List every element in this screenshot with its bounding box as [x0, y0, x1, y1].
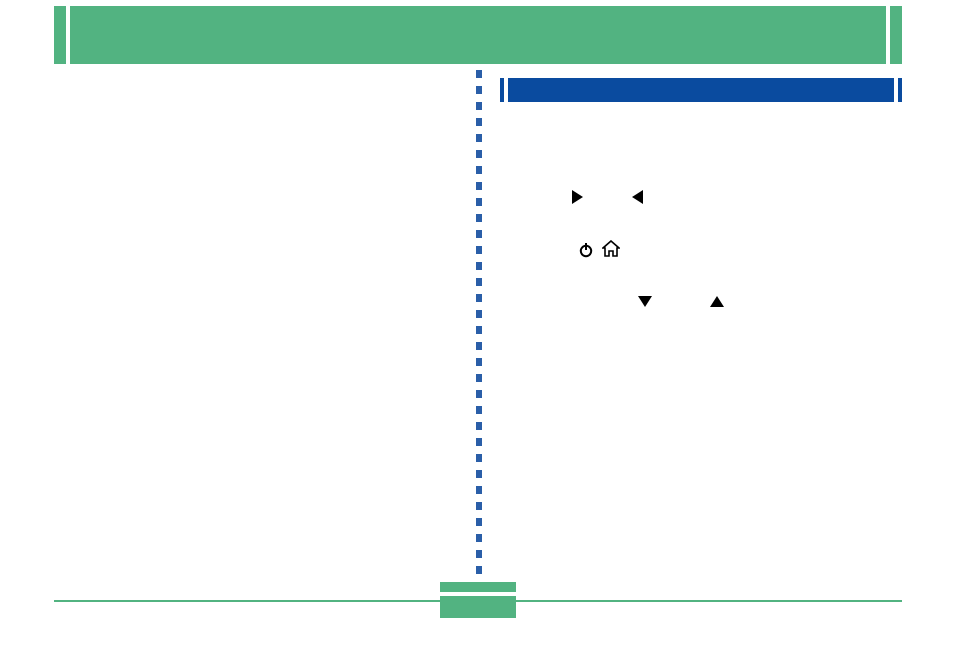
- section-header-banner: [500, 78, 902, 102]
- vertical-divider: [476, 70, 482, 590]
- page-footer: [54, 594, 902, 628]
- arrow-up-icon: [710, 296, 724, 307]
- arrow-down-icon: [638, 296, 652, 307]
- home-icon: [602, 240, 620, 258]
- arrow-right-icon: [572, 190, 583, 204]
- page-header-banner: [54, 6, 902, 64]
- arrow-left-icon: [632, 190, 643, 204]
- page-number-badge: [440, 582, 516, 618]
- power-icon: [578, 242, 594, 258]
